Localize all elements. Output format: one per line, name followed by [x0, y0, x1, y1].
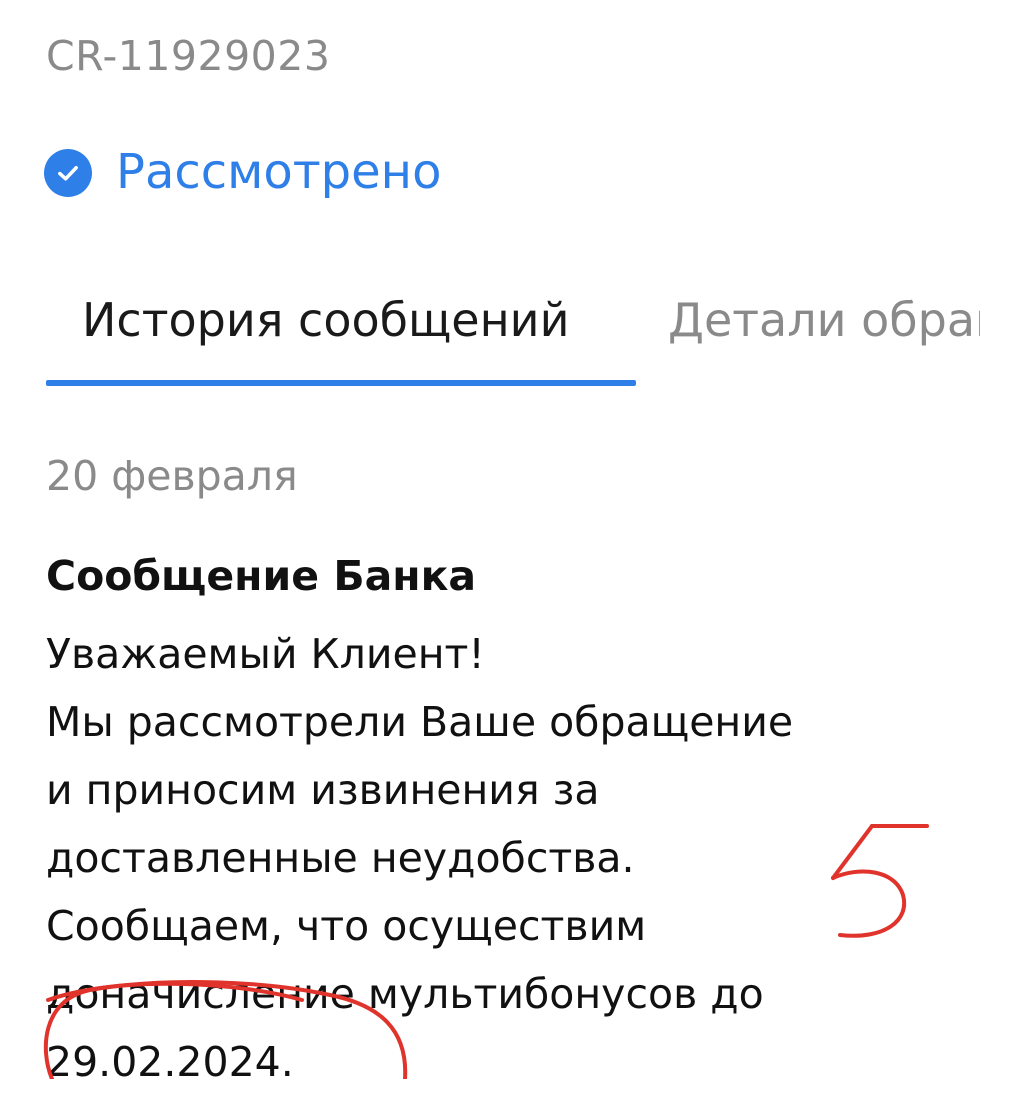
tab-request-details[interactable]: Детали обращения: [668, 288, 980, 352]
message-line: 29.02.2024.: [46, 1038, 294, 1086]
message-line: доставленные неудобства.: [46, 834, 635, 882]
message-date: 20 февраля: [46, 452, 298, 500]
message-line: и приносим извинения за: [46, 766, 600, 814]
message-line: доначисление мультибонусов до: [46, 970, 764, 1018]
message-title: Сообщение Банка: [46, 552, 477, 600]
status-label: Рассмотрено: [116, 144, 442, 200]
message-line: Уважаемый Клиент!: [46, 630, 485, 678]
tab-bar: История сообщений Детали обращения: [0, 288, 1024, 392]
message-body: Уважаемый Клиент! Мы рассмотрели Ваше об…: [46, 620, 986, 1096]
tab-message-history[interactable]: История сообщений: [82, 288, 569, 352]
tab-details-clip: Детали обращения: [668, 288, 980, 388]
message-line: Сообщаем, что осуществим: [46, 902, 647, 950]
checkmark-circle-icon: [44, 148, 92, 197]
case-id: CR-11929023: [46, 32, 331, 80]
active-tab-indicator: [46, 380, 636, 386]
status-indicator: Рассмотрено: [44, 144, 441, 202]
message-line: Мы рассмотрели Ваше обращение: [46, 698, 794, 746]
